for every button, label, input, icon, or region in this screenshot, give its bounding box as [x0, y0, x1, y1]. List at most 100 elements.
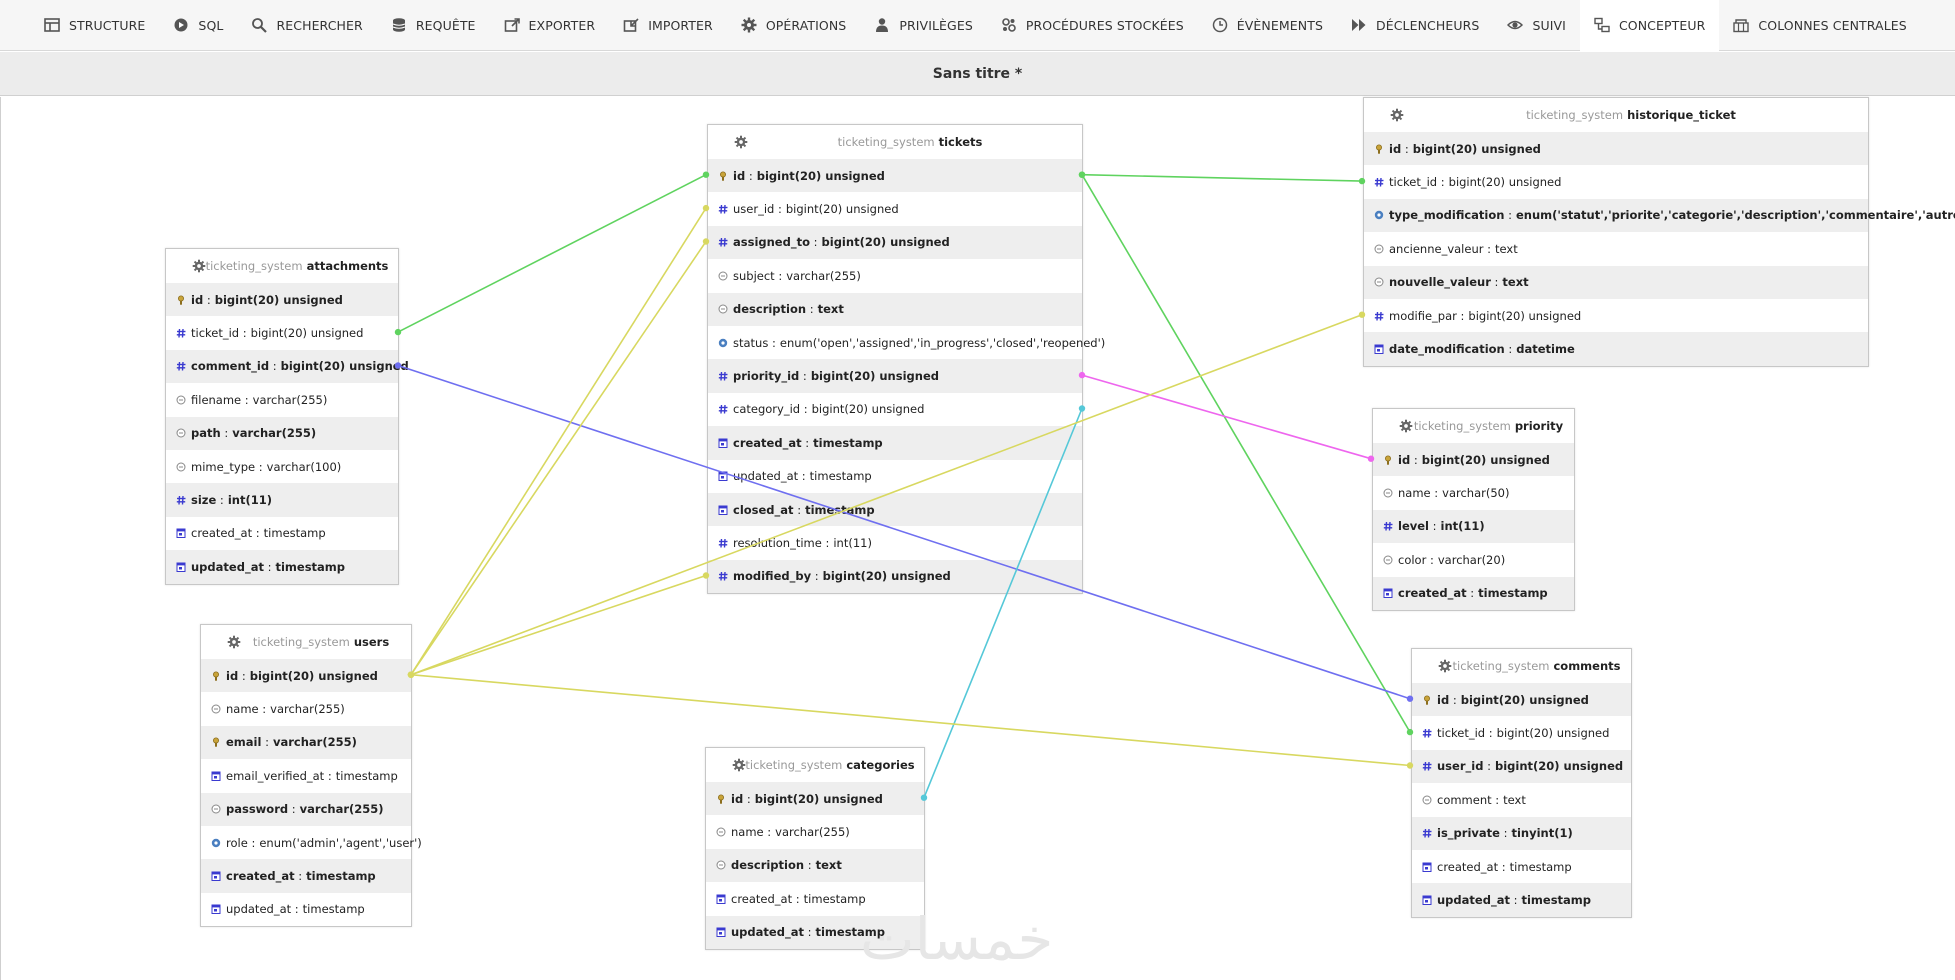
column-type: timestamp	[1521, 893, 1592, 908]
column-date-icon	[718, 505, 728, 515]
tab-privil-ges[interactable]: Privilèges	[860, 0, 987, 51]
table-column[interactable]: nouvelle_valeur : text	[1364, 265, 1868, 299]
table-column[interactable]: modifie_par : bigint(20) unsigned	[1364, 299, 1868, 332]
table-column[interactable]: created_at : timestamp	[201, 859, 411, 893]
tab-proc-dures-stock-es[interactable]: Procédures stockées	[987, 0, 1198, 51]
table-column[interactable]: id : bigint(20) unsigned	[708, 159, 1082, 193]
column-text-icon	[718, 271, 728, 281]
table-column[interactable]: assigned_to : bigint(20) unsigned	[708, 225, 1082, 260]
table-header[interactable]: ticketing_system categories	[706, 748, 924, 782]
table-options-gear-icon[interactable]	[1390, 108, 1404, 122]
table-column[interactable]: id : bigint(20) unsigned	[166, 283, 398, 317]
tab-colonnes-centrales[interactable]: Colonnes centrales	[1719, 0, 1920, 51]
column-type: timestamp	[263, 526, 326, 541]
table-column[interactable]: password : varchar(255)	[201, 792, 411, 826]
table-column[interactable]: category_id : bigint(20) unsigned	[708, 393, 1082, 426]
table-column[interactable]: id : bigint(20) unsigned	[1412, 683, 1631, 717]
table-column[interactable]: color : varchar(20)	[1373, 543, 1574, 576]
table-database-name: ticketing_system	[1526, 108, 1624, 122]
table-column[interactable]: status : enum('open','assigned','in_progr…	[708, 326, 1105, 359]
table-options-gear-icon[interactable]	[192, 259, 206, 273]
table-header[interactable]: ticketing_system attachments	[166, 249, 398, 283]
table-column[interactable]: name : varchar(255)	[706, 815, 924, 848]
table-column[interactable]: ticket_id : bigint(20) unsigned	[166, 316, 398, 349]
column-type: bigint(20) unsigned	[1494, 759, 1624, 774]
designer-canvas[interactable]: ticketing_system attachments id : bigint(20…	[0, 97, 1955, 980]
column-text-icon	[176, 428, 186, 438]
table-column[interactable]: created_at : timestamp	[166, 517, 398, 550]
table-column[interactable]: type_modification : enum('statut','priori…	[1364, 198, 1955, 233]
table-column[interactable]: name : varchar(50)	[1373, 476, 1574, 509]
table-column[interactable]: ticket_id : bigint(20) unsigned	[1412, 716, 1631, 749]
table-column[interactable]: updated_at : timestamp	[201, 893, 411, 926]
tab-importer[interactable]: Importer	[609, 0, 727, 51]
table-column[interactable]: updated_at : timestamp	[1412, 883, 1631, 917]
table-column[interactable]: path : varchar(255)	[166, 416, 398, 450]
table-column[interactable]: email_verified_at : timestamp	[201, 759, 411, 792]
table-header[interactable]: ticketing_system priority	[1373, 409, 1574, 443]
table-column[interactable]: date_modification : datetime	[1364, 332, 1868, 366]
column-name: ticket_id	[191, 326, 240, 341]
table-tickets[interactable]: ticketing_system tickets id : bigint(20) un…	[707, 124, 1105, 595]
table-options-gear-icon[interactable]	[1438, 659, 1452, 673]
table-column[interactable]: user_id : bigint(20) unsigned	[1412, 749, 1631, 784]
table-column[interactable]: role : enum('admin','agent','user')	[201, 826, 422, 859]
tab-op-rations[interactable]: Opérations	[727, 0, 860, 51]
table-column[interactable]: id : bigint(20) unsigned	[201, 659, 411, 693]
table-column[interactable]: modified_by : bigint(20) unsigned	[708, 559, 1082, 594]
table-column[interactable]: id : bigint(20) unsigned	[1364, 132, 1868, 166]
tab-sql[interactable]: SQL	[159, 0, 237, 51]
table-column[interactable]: created_at : timestamp	[1412, 850, 1631, 883]
tab-exporter[interactable]: Exporter	[490, 0, 610, 51]
table-column[interactable]: closed_at : timestamp	[708, 492, 1082, 527]
table-users[interactable]: ticketing_system users id : bigint(20) unsi…	[200, 624, 422, 928]
table-column[interactable]: description : text	[708, 292, 1082, 326]
table-column[interactable]: updated_at : timestamp	[166, 550, 398, 584]
table-header[interactable]: ticketing_system historique_ticket	[1364, 98, 1868, 132]
table-column[interactable]: level : int(11)	[1373, 509, 1574, 544]
table-column[interactable]: updated_at : timestamp	[708, 460, 1082, 493]
table-column[interactable]: comment : text	[1412, 783, 1631, 816]
table-attachments[interactable]: ticketing_system attachments id : bigint(20…	[165, 248, 409, 585]
tab--v-nements[interactable]: Évènements	[1198, 0, 1337, 51]
tab-structure[interactable]: Structure	[30, 0, 159, 51]
column-name: user_id	[1437, 759, 1484, 774]
table-column[interactable]: id : bigint(20) unsigned	[706, 782, 924, 816]
table-column[interactable]: ancienne_valeur : text	[1364, 232, 1868, 265]
table-column[interactable]: comment_id : bigint(20) unsigned	[166, 349, 409, 384]
tab-d-clencheurs[interactable]: Déclencheurs	[1337, 0, 1493, 51]
table-column[interactable]: name : varchar(255)	[201, 692, 411, 725]
table-column[interactable]: filename : varchar(255)	[166, 383, 398, 416]
table-options-gear-icon[interactable]	[734, 135, 748, 149]
table-column[interactable]: priority_id : bigint(20) unsigned	[708, 359, 1082, 393]
tab-rechercher[interactable]: Rechercher	[237, 0, 376, 51]
table-column[interactable]: resolution_time : int(11)	[708, 526, 1082, 559]
column-number-icon	[176, 495, 186, 505]
table-options-gear-icon[interactable]	[227, 635, 241, 649]
table-column[interactable]: id : bigint(20) unsigned	[1373, 443, 1574, 477]
table-name: comments	[1553, 659, 1621, 673]
table-options-gear-icon[interactable]	[1399, 419, 1413, 433]
tab-requ-te[interactable]: Requête	[377, 0, 490, 51]
table-comments[interactable]: ticketing_system comments id : bigint(20) u…	[1411, 648, 1632, 918]
table-column[interactable]: ticket_id : bigint(20) unsigned	[1364, 165, 1868, 198]
table-column[interactable]: created_at : timestamp	[1373, 576, 1574, 610]
table-name: priority	[1514, 419, 1564, 433]
table-column[interactable]: created_at : timestamp	[708, 426, 1082, 460]
table-column[interactable]: email : varchar(255)	[201, 725, 411, 760]
table-header[interactable]: ticketing_system users	[201, 625, 411, 659]
table-priority[interactable]: ticketing_system priority id : bigint(20) u…	[1372, 408, 1575, 611]
table-column[interactable]: subject : varchar(255)	[708, 259, 1082, 292]
table-header[interactable]: ticketing_system comments	[1412, 649, 1631, 683]
table-column[interactable]: size : int(11)	[166, 483, 398, 517]
tab-suivi[interactable]: Suivi	[1493, 0, 1580, 51]
table-column[interactable]: user_id : bigint(20) unsigned	[708, 192, 1082, 225]
table-column[interactable]: is_private : tinyint(1)	[1412, 816, 1631, 850]
tab-concepteur[interactable]: Concepteur	[1579, 0, 1720, 51]
column-name: name	[731, 825, 764, 840]
table-column[interactable]: mime_type : varchar(100)	[166, 450, 398, 483]
table-historique-ticket[interactable]: ticketing_system historique_ticket id : big…	[1363, 97, 1955, 367]
table-header[interactable]: ticketing_system tickets	[708, 125, 1082, 159]
table-options-gear-icon[interactable]	[732, 758, 746, 772]
table-column[interactable]: description : text	[706, 848, 924, 883]
